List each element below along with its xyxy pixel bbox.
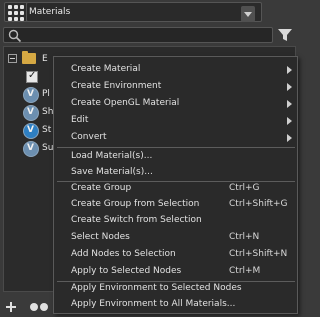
submenu-arrow-icon xyxy=(287,83,292,91)
menu-item-apply-to-selected-nodes[interactable]: Apply to Selected Nodes Ctrl+M xyxy=(54,264,297,280)
menu-item-create-switch-from-selection[interactable]: Create Switch from Selection xyxy=(54,213,297,229)
checkbox[interactable] xyxy=(26,70,38,83)
submenu-arrow-icon xyxy=(287,100,292,108)
menu-item-label: Select Nodes xyxy=(71,232,130,242)
library-select-value: Materials xyxy=(29,7,71,17)
tree-row-label: Pl xyxy=(42,89,50,99)
menu-item-label: Apply Environment to All Materials... xyxy=(71,299,236,309)
submenu-arrow-icon xyxy=(287,117,292,125)
menu-item-apply-environment-to-selected-nodes[interactable]: Apply Environment to Selected Nodes xyxy=(54,281,297,297)
material-icon xyxy=(23,105,39,121)
chevron-down-icon[interactable] xyxy=(241,6,255,22)
menu-item-label: Convert xyxy=(71,132,107,142)
material-icon xyxy=(23,87,39,103)
menu-item-save-materials[interactable]: Save Material(s)... xyxy=(54,165,297,181)
menu-item-label: Create Material xyxy=(71,64,141,74)
menu-item-label: Create Group from Selection xyxy=(71,199,200,209)
search-icon xyxy=(8,29,22,43)
menu-item-label: Edit xyxy=(71,115,89,125)
menu-item-shortcut: Ctrl+N xyxy=(229,232,260,242)
menu-item-label: Create Group xyxy=(71,183,132,193)
menu-item-shortcut: Ctrl+Shift+N xyxy=(229,249,288,259)
menu-item-label: Apply to Selected Nodes xyxy=(71,266,182,276)
menu-item-create-environment[interactable]: Create Environment xyxy=(54,79,297,95)
menu-item-select-nodes[interactable]: Select Nodes Ctrl+N xyxy=(54,230,297,246)
menu-item-label: Add Nodes to Selection xyxy=(71,249,176,259)
menu-item-load-materials[interactable]: Load Material(s)... xyxy=(54,149,297,165)
tree-row-label: Sh xyxy=(42,107,54,117)
menu-separator xyxy=(57,147,295,148)
submenu-arrow-icon xyxy=(287,66,292,74)
tree-row-label: Su xyxy=(42,143,54,153)
menu-item-shortcut: Ctrl+Shift+G xyxy=(229,199,288,209)
search-input[interactable] xyxy=(3,27,273,43)
menu-item-create-group[interactable]: Create Group Ctrl+G xyxy=(54,181,297,197)
menu-item-create-material[interactable]: Create Material xyxy=(54,62,297,78)
menu-item-shortcut: Ctrl+G xyxy=(229,183,260,193)
library-select[interactable]: Materials xyxy=(26,2,262,22)
add-icon[interactable] xyxy=(6,302,16,312)
menu-item-edit[interactable]: Edit xyxy=(54,113,297,129)
submenu-arrow-icon xyxy=(287,134,292,142)
menu-item-label: Create Environment xyxy=(71,81,162,91)
top-toolbar: Materials xyxy=(0,0,300,24)
collapse-icon[interactable] xyxy=(8,54,17,63)
menu-item-shortcut: Ctrl+M xyxy=(229,266,261,276)
menu-item-create-group-from-selection[interactable]: Create Group from Selection Ctrl+Shift+G xyxy=(54,197,297,213)
filter-icon[interactable] xyxy=(277,27,293,43)
context-menu: Create Material Create Environment Creat… xyxy=(53,56,298,314)
menu-item-label: Save Material(s)... xyxy=(71,167,153,177)
menu-item-label: Create OpenGL Material xyxy=(71,98,180,108)
menu-item-create-opengl-material[interactable]: Create OpenGL Material xyxy=(54,96,297,112)
more-options-icon[interactable] xyxy=(30,303,50,311)
menu-item-apply-environment-to-all-materials[interactable]: Apply Environment to All Materials... xyxy=(54,297,297,313)
menu-item-convert[interactable]: Convert xyxy=(54,130,297,146)
folder-icon xyxy=(22,51,36,64)
material-icon xyxy=(23,141,39,157)
tree-row-label: E xyxy=(42,54,48,64)
tree-row-label: St xyxy=(42,125,52,135)
menu-item-label: Create Switch from Selection xyxy=(71,215,202,225)
menu-item-label: Apply Environment to Selected Nodes xyxy=(71,283,242,293)
menu-item-label: Load Material(s)... xyxy=(71,151,153,161)
menu-item-add-nodes-to-selection[interactable]: Add Nodes to Selection Ctrl+Shift+N xyxy=(54,247,297,263)
material-icon xyxy=(23,123,39,139)
library-grid-icon[interactable] xyxy=(4,2,28,22)
